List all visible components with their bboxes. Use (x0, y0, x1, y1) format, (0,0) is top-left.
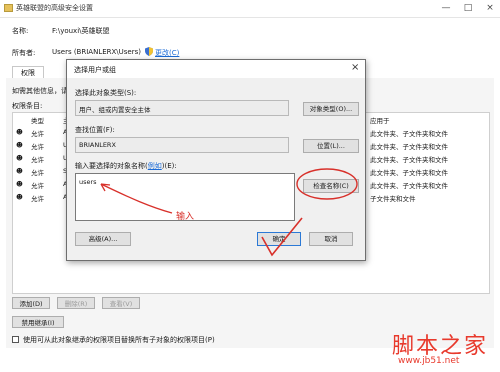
annotation-arrow (100, 183, 173, 214)
highlight-circle (296, 168, 358, 200)
annotation-overlay (100, 168, 358, 257)
checkmark-icon (261, 217, 303, 257)
watermark-url: www.jb51.net (398, 356, 460, 366)
annotation-text: 输入 (176, 212, 195, 222)
